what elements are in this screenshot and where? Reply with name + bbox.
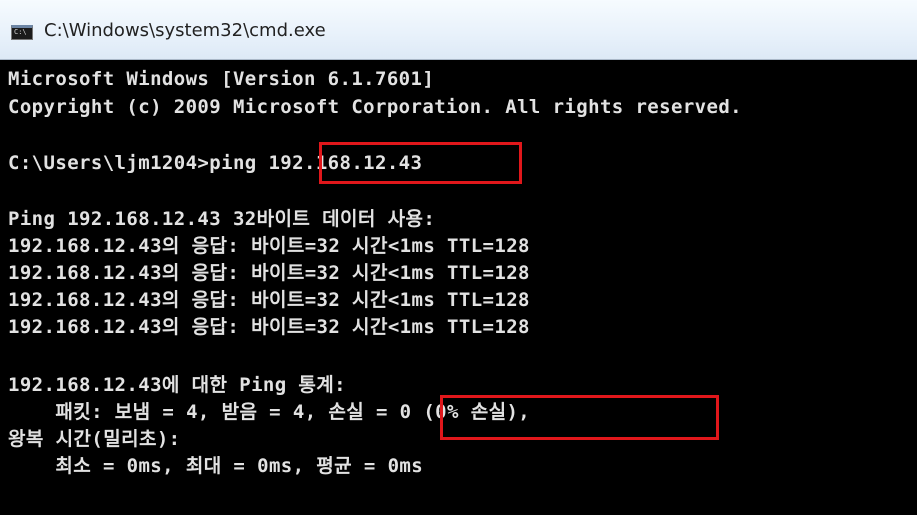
console-line-rtt-header: 왕복 시간(밀리초): [8, 428, 181, 450]
console-line-copyright: Copyright (c) 2009 Microsoft Corporation… [8, 96, 743, 118]
ip-address-highlight [319, 142, 522, 184]
console-output[interactable]: Microsoft Windows [Version 6.1.7601] Cop… [0, 61, 917, 515]
window-title: C:\Windows\system32\cmd.exe [44, 20, 326, 41]
cmd-icon[interactable]: C:\ [11, 25, 33, 40]
cmd-window: C:\ C:\Windows\system32\cmd.exe Microsof… [0, 0, 917, 515]
console-line-reply: 192.168.12.43의 응답: 바이트=32 시간<1ms TTL=128 [8, 289, 530, 311]
console-line-reply: 192.168.12.43의 응답: 바이트=32 시간<1ms TTL=128 [8, 235, 530, 257]
console-line-rtt-values: 최소 = 0ms, 최대 = 0ms, 평균 = 0ms [8, 455, 424, 477]
console-line-stats-header: 192.168.12.43에 대한 Ping 통계: [8, 374, 347, 396]
console-line-ping-header: Ping 192.168.12.43 32바이트 데이터 사용: [8, 208, 436, 230]
title-bar[interactable]: C:\ C:\Windows\system32\cmd.exe [0, 0, 917, 60]
console-line-version: Microsoft Windows [Version 6.1.7601] [8, 68, 435, 90]
packet-loss-highlight [440, 395, 719, 440]
console-line-reply: 192.168.12.43의 응답: 바이트=32 시간<1ms TTL=128 [8, 262, 530, 284]
console-line-reply: 192.168.12.43의 응답: 바이트=32 시간<1ms TTL=128 [8, 316, 530, 338]
